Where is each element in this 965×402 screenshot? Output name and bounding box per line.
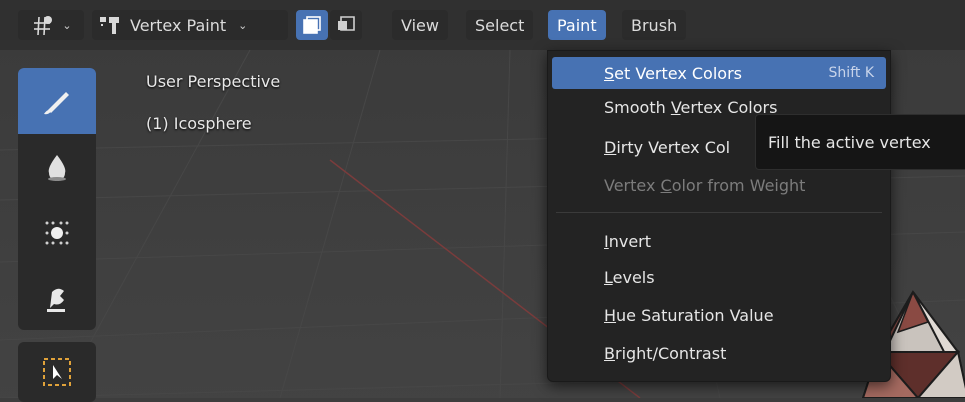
vertex-paint-icon	[100, 17, 119, 34]
menu-item-levels[interactable]: Levels	[552, 261, 886, 293]
tool-blur[interactable]	[18, 134, 96, 200]
menu-item-bright-contrast[interactable]: Bright/Contrast	[552, 337, 886, 369]
draw-brush-icon	[44, 92, 69, 115]
tool-average[interactable]	[18, 200, 96, 266]
menu-item-label: Invert	[604, 231, 652, 251]
menu-item-hue-saturation-value[interactable]: Hue Saturation Value	[552, 299, 886, 331]
menu-paint[interactable]: Paint	[548, 10, 606, 40]
paint-menu-dropdown: Set Vertex Colors Shift K Smooth Vertex …	[547, 50, 891, 382]
menu-item-label: Vertex Color from Weight	[604, 175, 806, 195]
average-dots-icon	[45, 221, 69, 245]
menu-item-label: Hue Saturation Value	[604, 305, 774, 325]
smear-icon	[47, 288, 65, 312]
menu-item-label: Set Vertex Colors	[604, 63, 742, 83]
tool-shelf	[18, 68, 96, 330]
mode-selector[interactable]: Vertex Paint ⌄	[92, 10, 288, 40]
tool-draw[interactable]	[18, 68, 96, 134]
mode-label: Vertex Paint	[130, 15, 227, 35]
transform-gizmo-icon	[34, 16, 53, 36]
menu-separator	[556, 212, 882, 213]
menu-item-vertex-color-from-weight: Vertex Color from Weight	[552, 169, 886, 201]
menu-brush[interactable]: Brush	[622, 10, 687, 40]
tool-box-select[interactable]	[18, 342, 96, 402]
menu-item-label: Dirty Vertex Col	[604, 137, 731, 157]
chevron-down-icon: ⌄	[62, 18, 72, 32]
blur-drop-icon	[48, 155, 66, 181]
menu-view[interactable]: View	[392, 10, 448, 40]
menu-item-invert[interactable]: Invert	[552, 225, 886, 257]
vertex-mask-button[interactable]	[330, 10, 362, 40]
paint-mask-button[interactable]	[296, 10, 328, 40]
box-select-icon	[43, 358, 71, 386]
menu-item-label: Bright/Contrast	[604, 343, 727, 363]
viewport-header: ⌄ Vertex Paint ⌄ View Select Paint Brush	[0, 0, 965, 50]
object-interaction-button[interactable]: ⌄	[18, 10, 84, 40]
tooltip: Fill the active vertex	[755, 114, 965, 170]
chevron-down-icon: ⌄	[238, 18, 248, 32]
tooltip-text: Fill the active vertex	[768, 132, 931, 152]
menu-item-set-vertex-colors[interactable]: Set Vertex Colors Shift K	[552, 57, 886, 89]
menu-item-shortcut: Shift K	[828, 65, 874, 81]
vertex-mask-icon	[338, 16, 355, 31]
perspective-label: User Perspective	[146, 72, 281, 91]
tool-smear[interactable]	[18, 266, 96, 332]
menu-item-label: Smooth Vertex Colors	[604, 97, 778, 117]
menu-item-label: Levels	[604, 267, 655, 287]
face-mask-icon	[303, 16, 321, 34]
menu-select[interactable]: Select	[466, 10, 534, 40]
object-label: (1) Icosphere	[146, 114, 252, 133]
